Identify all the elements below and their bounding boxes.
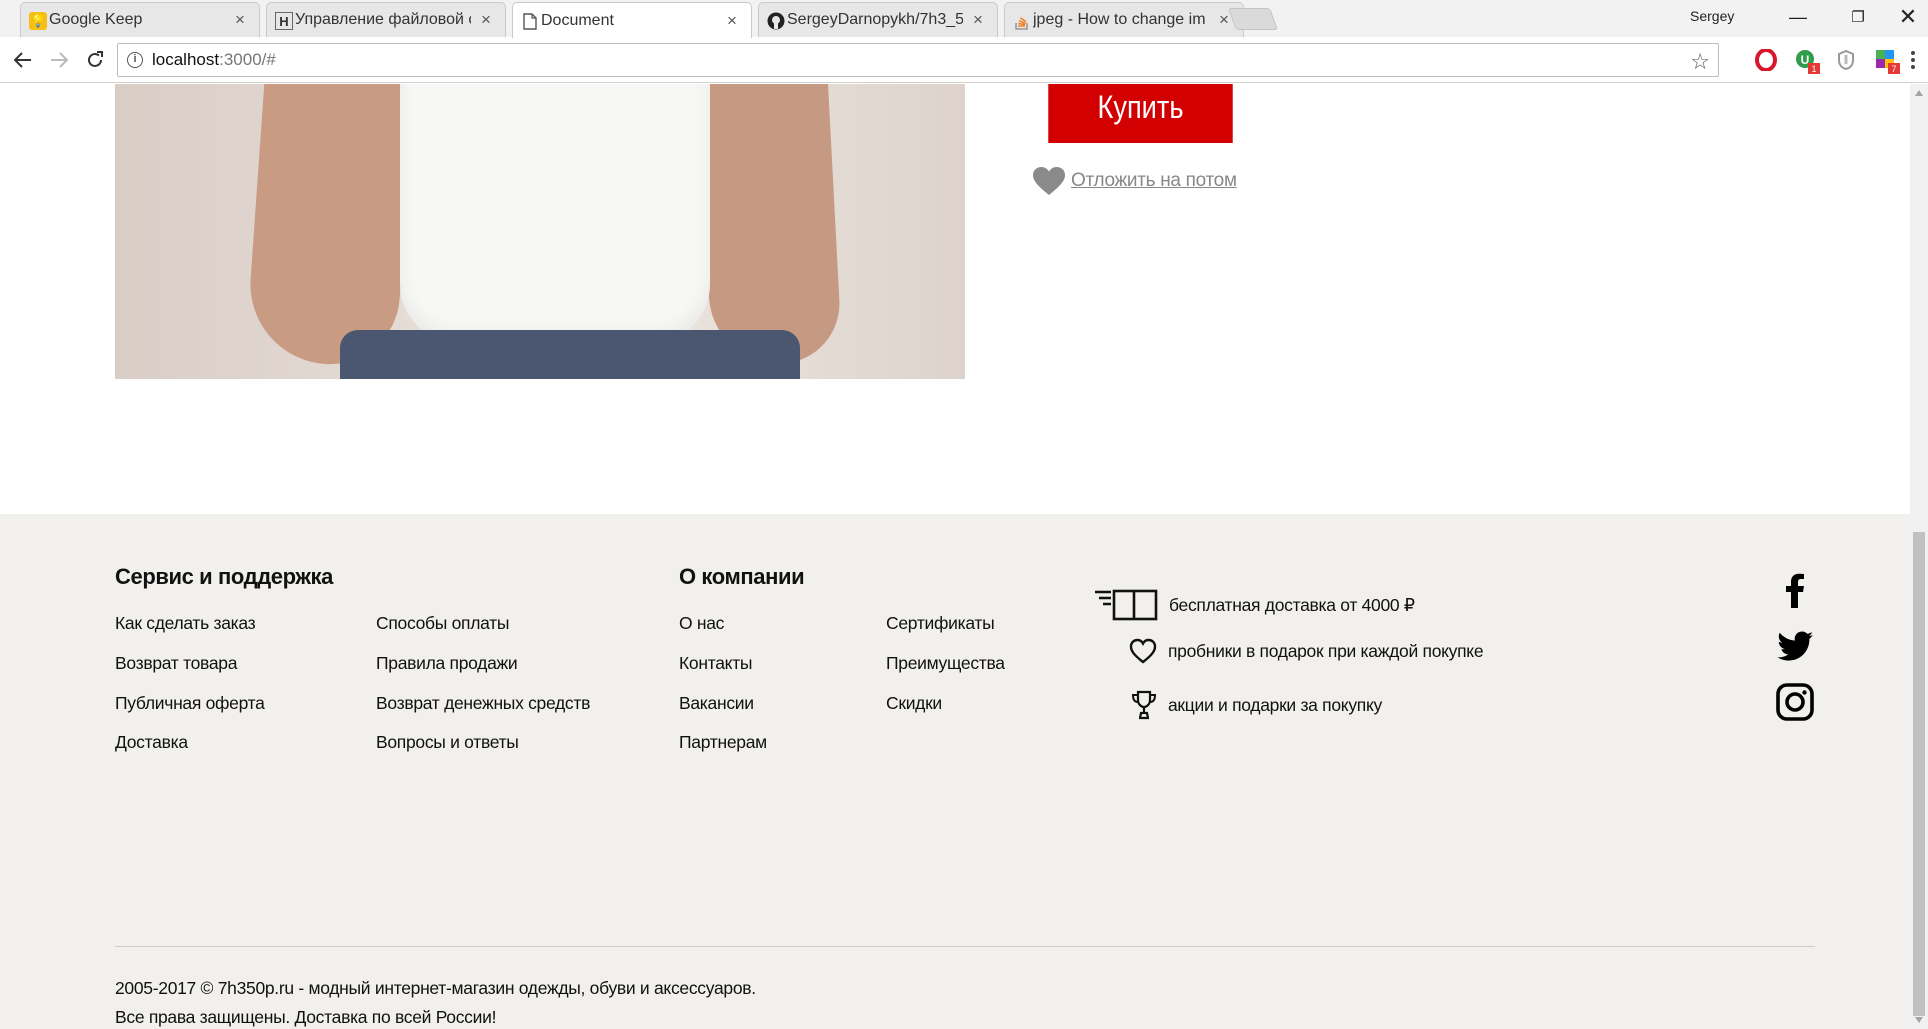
feature-text: пробники в подарок при каждой покупке [1168,640,1484,661]
footer-link-discounts[interactable]: Скидки [886,693,942,714]
footer-link-returns[interactable]: Возврат товара [115,653,237,674]
habr-icon: H [275,12,293,30]
product-image [115,84,965,379]
heart-icon [1033,167,1065,195]
tab-title: jpeg - How to change im [1033,11,1206,28]
tab-google-keep[interactable]: 💡 Google Keep × [20,2,260,37]
scrollbar-thumb[interactable] [1913,532,1925,1016]
footer-service-title: Сервис и поддержка [115,564,333,589]
reload-icon[interactable] [82,47,108,73]
scroll-down-icon[interactable] [1915,1017,1923,1023]
extension-green-icon[interactable]: U1 [1795,49,1820,74]
close-icon[interactable]: × [477,11,495,29]
scroll-up-icon[interactable] [1915,90,1923,96]
window-close-icon[interactable]: ✕ [1888,0,1928,34]
footer-link-faq[interactable]: Вопросы и ответы [376,732,519,753]
wishlist-label: Отложить на потом [1071,170,1237,191]
github-icon [767,12,785,30]
site-footer: Сервис и поддержка Как сделать заказ Воз… [0,514,1910,1029]
bookmark-star-icon[interactable]: ☆ [1690,49,1710,75]
delivery-icon [1095,589,1158,621]
wishlist-link[interactable]: Отложить на потом [1032,166,1237,196]
buy-button[interactable]: Купить [1048,84,1233,143]
footer-link-offer[interactable]: Публичная оферта [115,693,265,714]
footer-link-advantages[interactable]: Преимущества [886,653,1005,674]
extension-badge: 7 [1891,64,1896,74]
twitter-icon[interactable] [1775,626,1815,666]
back-icon[interactable] [10,47,36,73]
page-viewport: Купить Отложить на потом Сервис и поддер… [0,84,1910,1029]
footer-link-rules[interactable]: Правила продажи [376,653,518,674]
heart-outline-icon [1129,638,1157,664]
minimize-icon[interactable]: — [1770,0,1826,34]
browser-toolbar: i localhost:3000/# ☆ U1 7 [0,37,1928,83]
tab-habr[interactable]: H Управление файловой с × [266,2,506,37]
footer-link-partners[interactable]: Партнерам [679,732,767,753]
extension-badge: 1 [1811,64,1816,74]
tab-github[interactable]: SergeyDarnopykh/7h3_5 × [758,2,998,37]
stackoverflow-icon [1013,12,1031,30]
instagram-icon[interactable] [1775,682,1815,722]
copyright-line-2: Все права защищены. Доставка по всей Рос… [115,1007,497,1027]
copyright-line-1: 2005-2017 © 7h350p.ru - модный интернет-… [115,978,756,998]
browser-tabstrip: 💡 Google Keep × H Управление файловой с … [0,0,1928,38]
extension-color-icon[interactable]: 7 [1875,49,1900,74]
document-icon [521,12,539,30]
feature-text: бесплатная доставка от 4000 ₽ [1169,594,1415,615]
trophy-icon [1131,690,1157,720]
footer-link-about[interactable]: О нас [679,613,724,634]
page-scrollbar[interactable] [1910,84,1928,1029]
tab-title: SergeyDarnopykh/7h3_5 [787,11,963,28]
footer-link-contacts[interactable]: Контакты [679,653,753,674]
tab-title: Управление файловой с [295,11,471,28]
close-icon[interactable]: × [231,11,249,29]
close-icon[interactable]: × [969,11,987,29]
footer-link-certificates[interactable]: Сертификаты [886,613,995,634]
forward-icon[interactable] [46,47,72,73]
feature-free-delivery: бесплатная доставка от 4000 ₽ [1093,588,1415,622]
feature-promotions: акции и подарки за покупку [1130,689,1382,721]
url-host: localhost [152,50,220,69]
feature-text: акции и подарки за покупку [1168,694,1382,715]
footer-link-how-to-order[interactable]: Как сделать заказ [115,613,256,634]
info-icon[interactable]: i [127,52,143,68]
profile-name[interactable]: Sergey [1690,8,1734,24]
shield-icon[interactable] [1835,49,1857,71]
opera-icon[interactable] [1755,48,1777,72]
footer-link-delivery[interactable]: Доставка [115,732,188,753]
feature-samples: пробники в подарок при каждой покупке [1128,637,1484,665]
new-tab-button[interactable] [1227,8,1279,30]
footer-divider [115,946,1815,947]
tab-stackoverflow[interactable]: jpeg - How to change im × [1004,2,1244,37]
google-keep-icon: 💡 [29,12,47,30]
footer-link-vacancies[interactable]: Вакансии [679,693,754,714]
footer-link-refund[interactable]: Возврат денежных средств [376,693,590,714]
address-bar[interactable]: i localhost:3000/# ☆ [117,43,1719,77]
footer-link-payment[interactable]: Способы оплаты [376,613,509,634]
tab-title: Google Keep [49,11,143,28]
restore-icon[interactable]: ❐ [1830,0,1886,34]
footer-company-title: О компании [679,564,805,589]
tab-title: Document [541,11,614,29]
facebook-icon[interactable] [1775,570,1815,610]
url-path: :3000/# [219,50,276,69]
close-icon[interactable]: × [723,11,741,30]
tab-document[interactable]: Document × [512,2,752,38]
menu-kebab-icon[interactable] [1910,49,1920,71]
